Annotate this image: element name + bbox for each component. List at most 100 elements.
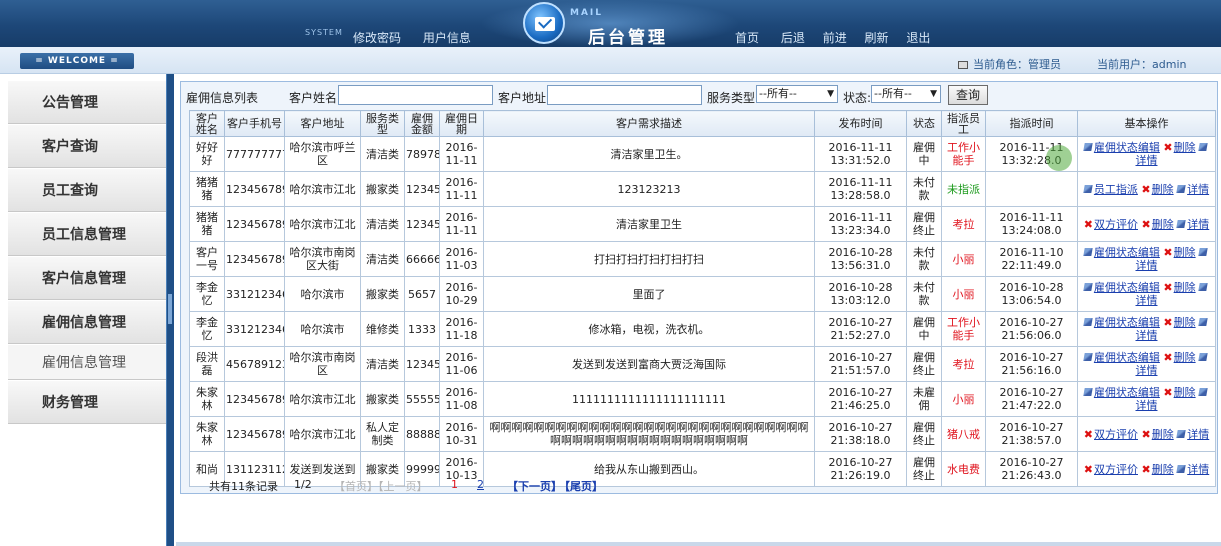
op-link-0[interactable]: 雇佣状态编辑 xyxy=(1094,141,1160,154)
sidebar-item-customer-manage[interactable]: 客户信息管理 xyxy=(8,256,166,300)
customer-name-label: 客户姓名: xyxy=(289,91,342,105)
edit-pen-icon xyxy=(1176,219,1186,228)
cell-phone: 45678912310 xyxy=(224,346,285,382)
op-link-2[interactable]: 详情 xyxy=(1187,218,1209,231)
bottom-scrollbar[interactable] xyxy=(176,542,1221,546)
forward-link[interactable]: 前进 xyxy=(823,29,847,46)
cell-addr: 哈尔滨市南岗区大街 xyxy=(284,241,361,277)
op-link-2[interactable]: 详情 xyxy=(1136,399,1158,412)
column-header: 客户需求描述 xyxy=(483,110,815,137)
column-header: 发布时间 xyxy=(814,110,907,137)
mouse-cursor-indicator xyxy=(1046,145,1072,171)
op-link-1[interactable]: 删除 xyxy=(1152,428,1174,441)
change-password-link[interactable]: 修改密码 xyxy=(353,29,401,46)
cell-ops: 雇佣状态编辑 ✖删除 详情 xyxy=(1077,276,1216,312)
cell-type: 搬家类 xyxy=(360,276,405,312)
service-type-select[interactable]: --所有-- ▼ xyxy=(756,85,838,103)
cell-phone: 12345678930 xyxy=(224,171,285,207)
cell-addr: 哈尔滨市江北 xyxy=(284,381,361,417)
op-link-0[interactable]: 雇佣状态编辑 xyxy=(1094,351,1160,364)
system-label: SYSTEM xyxy=(305,28,343,37)
cell-status: 雇佣中 xyxy=(906,311,942,347)
edit-pen-icon xyxy=(1083,143,1093,151)
cell-desc: 打扫打扫打扫打扫打扫 xyxy=(483,241,815,277)
op-link-2[interactable]: 详情 xyxy=(1136,259,1158,272)
pagination: 共有11条记录 1/2 【首页】【上一页】 1 2 【下一页】 【尾页】 xyxy=(181,474,1217,494)
cell-assign: 2016-10-27 21:38:57.0 xyxy=(985,416,1078,452)
sidebar-subitem-hire-manage[interactable]: 雇佣信息管理 xyxy=(8,344,166,380)
sidebar-item-customer-query[interactable]: 客户查询 xyxy=(8,124,166,168)
first-prev-links: 【首页】【上一页】 xyxy=(334,480,428,493)
page-of: 1/2 xyxy=(294,478,312,491)
user-info-link[interactable]: 用户信息 xyxy=(423,29,471,46)
role-label: 当前角色： xyxy=(973,58,1028,71)
op-link-1[interactable]: 删除 xyxy=(1174,281,1196,294)
refresh-link[interactable]: 刷新 xyxy=(865,29,889,46)
next-page-link[interactable]: 【下一页】 xyxy=(507,478,562,494)
cell-pub: 2016-10-27 21:51:57.0 xyxy=(814,346,907,382)
op-link-2[interactable]: 详情 xyxy=(1136,364,1158,377)
sidebar-item-employee-query[interactable]: 员工查询 xyxy=(8,168,166,212)
home-link[interactable]: 首页 xyxy=(735,29,759,46)
cell-name: 客户一号 xyxy=(189,241,225,277)
sidebar-splitter[interactable] xyxy=(166,74,174,546)
op-link-1[interactable]: 删除 xyxy=(1174,316,1196,329)
app-title: 后台管理 xyxy=(588,28,668,48)
cell-pub: 2016-11-11 13:23:34.0 xyxy=(814,206,907,242)
sidebar-item-employee-manage[interactable]: 员工信息管理 xyxy=(8,212,166,256)
column-header: 服务类型 xyxy=(360,110,405,137)
customer-address-input[interactable] xyxy=(547,85,702,105)
cell-desc: 1111111111111111111111 xyxy=(483,381,815,417)
sidebar-item-finance[interactable]: 财务管理 xyxy=(8,380,166,424)
op-link-1[interactable]: 删除 xyxy=(1152,218,1174,231)
customer-name-input[interactable] xyxy=(338,85,493,105)
op-link-0[interactable]: 雇佣状态编辑 xyxy=(1094,386,1160,399)
status-label: 状态: xyxy=(843,91,872,105)
op-link-0[interactable]: 雇佣状态编辑 xyxy=(1094,281,1160,294)
back-link[interactable]: 后退 xyxy=(781,29,805,46)
status-select[interactable]: --所有-- ▼ xyxy=(871,85,941,103)
sidebar-item-announcements[interactable]: 公告管理 xyxy=(8,80,166,124)
sidebar-item-hire-manage[interactable]: 雇佣信息管理 xyxy=(8,300,166,344)
cell-emp: 工作小能手 xyxy=(941,136,986,172)
cell-amount: 123456 xyxy=(404,206,440,242)
op-link-2[interactable]: 详情 xyxy=(1187,428,1209,441)
cell-emp: 小丽 xyxy=(941,241,986,277)
last-page-link[interactable]: 【尾页】 xyxy=(559,478,603,494)
cell-type: 清洁类 xyxy=(360,136,405,172)
table-row: 朱家林12345678901哈尔滨市江北私人定制类888882016-10-31… xyxy=(189,416,1216,452)
op-link-0[interactable]: 雇佣状态编辑 xyxy=(1094,246,1160,259)
cell-status: 未雇佣 xyxy=(906,381,942,417)
cell-date: 2016-11-18 xyxy=(439,311,484,347)
splitter-handle[interactable] xyxy=(168,294,172,324)
op-link-1[interactable]: 删除 xyxy=(1174,246,1196,259)
op-link-0[interactable]: 双方评价 xyxy=(1094,428,1138,441)
op-link-0[interactable]: 双方评价 xyxy=(1094,218,1138,231)
op-link-2[interactable]: 详情 xyxy=(1136,154,1158,167)
user-value: admin xyxy=(1152,58,1187,71)
query-button[interactable]: 查询 xyxy=(948,85,989,105)
op-link-2[interactable]: 详情 xyxy=(1136,329,1158,342)
cell-pub: 2016-10-28 13:56:31.0 xyxy=(814,241,907,277)
edit-pen-icon xyxy=(1198,388,1208,396)
cell-ops: 员工指派 ✖删除 详情 xyxy=(1077,171,1216,207)
cell-addr: 哈尔滨市 xyxy=(284,311,361,347)
cell-addr: 哈尔滨市 xyxy=(284,276,361,312)
op-link-1[interactable]: 删除 xyxy=(1174,141,1196,154)
op-link-2[interactable]: 详情 xyxy=(1136,294,1158,307)
op-link-1[interactable]: 删除 xyxy=(1152,183,1174,196)
cell-status: 雇佣中 xyxy=(906,136,942,172)
op-link-1[interactable]: 删除 xyxy=(1174,386,1196,399)
page-2-link[interactable]: 2 xyxy=(477,478,484,491)
page-1-link[interactable]: 1 xyxy=(451,478,458,491)
op-link-1[interactable]: 删除 xyxy=(1174,351,1196,364)
op-link-0[interactable]: 雇佣状态编辑 xyxy=(1094,316,1160,329)
cell-emp: 猪八戒 xyxy=(941,416,986,452)
chevron-down-icon: ▼ xyxy=(930,89,937,99)
delete-x-icon: ✖ xyxy=(1163,351,1173,364)
op-link-0[interactable]: 员工指派 xyxy=(1094,183,1138,196)
logout-link[interactable]: 退出 xyxy=(906,29,930,46)
op-link-2[interactable]: 详情 xyxy=(1187,183,1209,196)
cell-pub: 2016-11-11 13:31:52.0 xyxy=(814,136,907,172)
delete-x-icon: ✖ xyxy=(1163,246,1173,259)
